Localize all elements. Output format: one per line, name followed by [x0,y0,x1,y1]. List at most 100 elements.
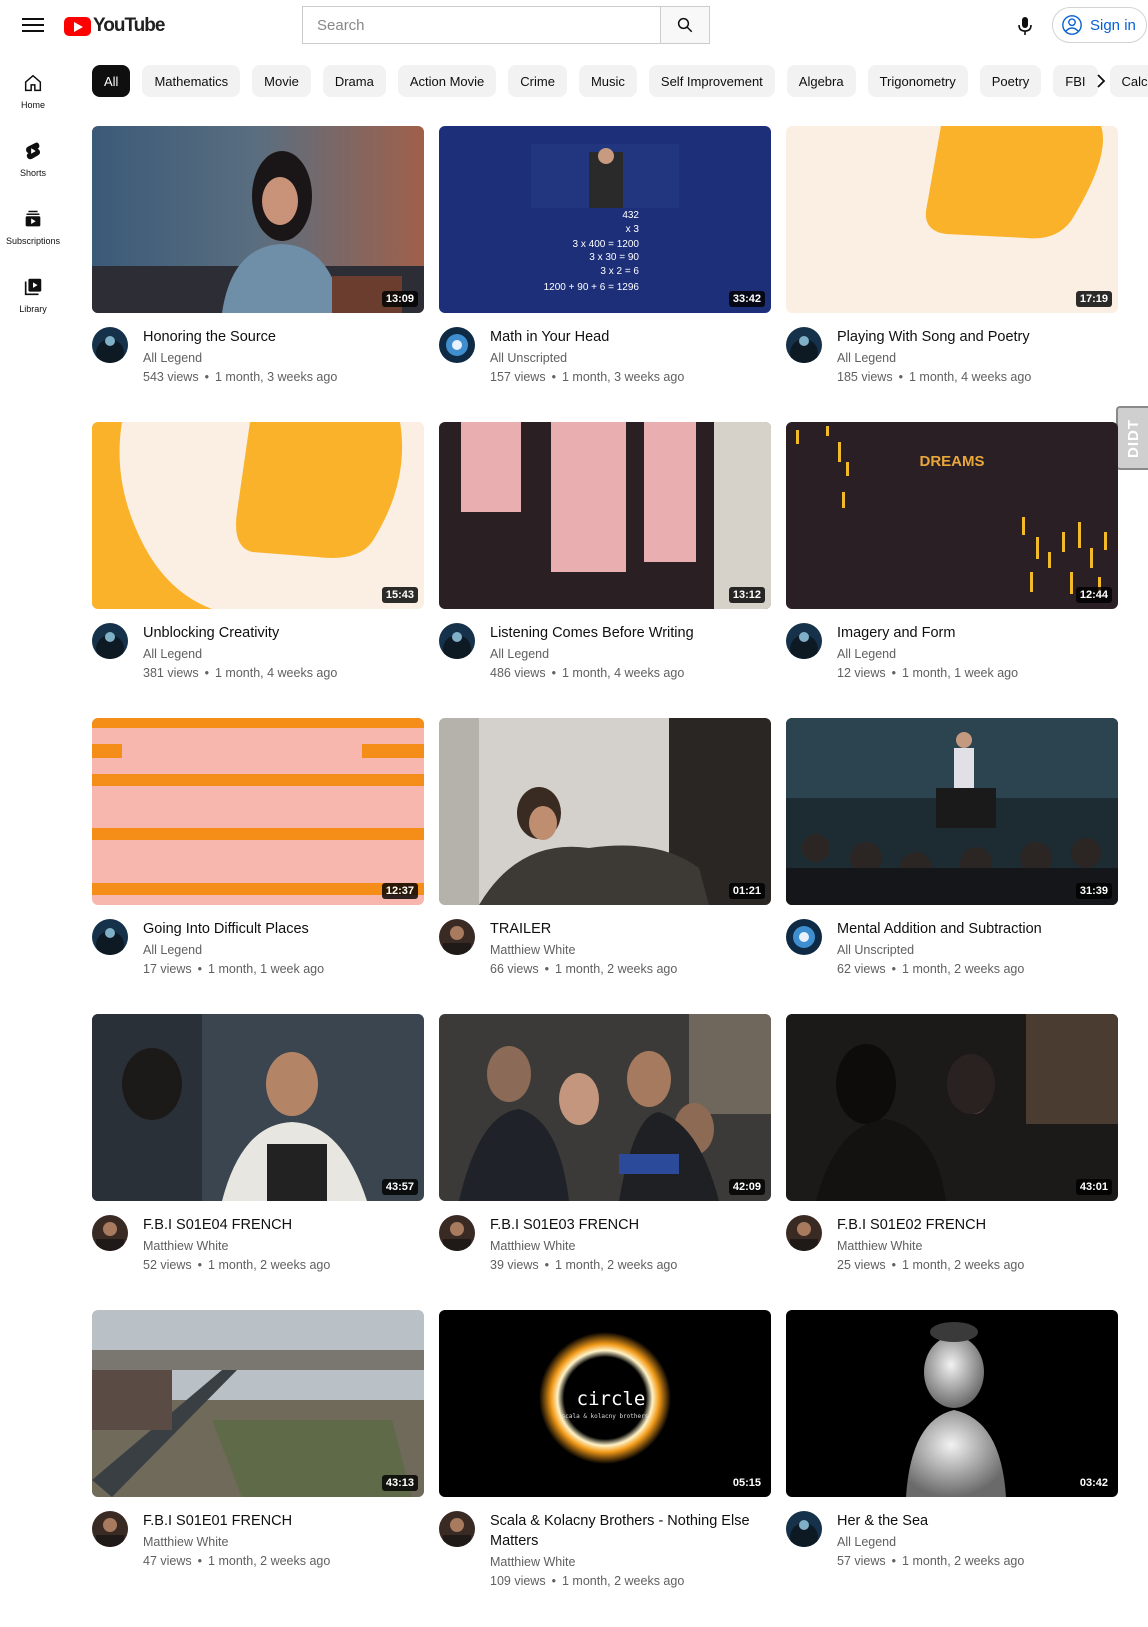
video-thumbnail[interactable]: DREAMS 12:44 [786,422,1118,609]
view-count: 381 views [143,666,199,680]
video-title[interactable]: Imagery and Form [837,623,1118,643]
channel-avatar[interactable] [786,1511,822,1547]
chips-next-button[interactable] [1088,68,1114,94]
channel-name[interactable]: All Legend [837,1535,1118,1549]
channel-name[interactable]: All Legend [143,943,424,957]
channel-name[interactable]: Matthiew White [490,1239,771,1253]
video-thumbnail[interactable]: 12:37 [92,718,424,905]
chip-action-movie[interactable]: Action Movie [397,65,497,97]
upload-age: 1 month, 1 week ago [208,962,325,976]
view-count: 57 views [837,1554,886,1568]
channel-avatar[interactable] [92,327,128,363]
sign-in-button[interactable]: Sign in [1052,7,1147,43]
search-input[interactable] [302,6,660,44]
math-line-6: 1200 + 90 + 6 = 1296 [544,282,640,293]
channel-name[interactable]: All Legend [143,351,424,365]
channel-avatar[interactable] [786,327,822,363]
video-title[interactable]: F.B.I S01E04 FRENCH [143,1215,424,1235]
sidebar-item-library[interactable]: Library [0,262,66,330]
math-line-5: 3 x 2 = 6 [600,266,639,277]
video-title[interactable]: Playing With Song and Poetry [837,327,1118,347]
video-title[interactable]: Listening Comes Before Writing [490,623,771,643]
video-thumbnail[interactable]: 43:57 [92,1014,424,1201]
view-count: 486 views [490,666,546,680]
channel-avatar[interactable] [92,919,128,955]
channel-avatar[interactable] [439,1215,475,1251]
video-title[interactable]: TRAILER [490,919,771,939]
video-thumbnail[interactable]: 432 x 3 3 x 400 = 1200 3 x 30 = 90 3 x 2… [439,126,771,313]
upload-age: 1 month, 2 weeks ago [208,1258,331,1272]
search-button[interactable] [660,6,710,44]
video-title[interactable]: Unblocking Creativity [143,623,424,643]
channel-name[interactable]: All Legend [143,647,424,661]
sidebar-item-home[interactable]: Home [0,58,66,126]
video-title[interactable]: Mental Addition and Subtraction [837,919,1118,939]
channel-avatar[interactable] [92,1215,128,1251]
upload-age: 1 month, 4 weeks ago [561,666,685,680]
sidebar-item-subscriptions[interactable]: Subscriptions [0,194,66,262]
channel-avatar[interactable] [92,1511,128,1547]
channel-name[interactable]: All Unscripted [490,351,771,365]
video-thumbnail[interactable]: 31:39 [786,718,1118,905]
chip-calculus[interactable]: Calculus [1109,65,1148,97]
channel-avatar[interactable] [439,1511,475,1547]
chip-self-improvement[interactable]: Self Improvement [648,65,775,97]
video-title[interactable]: Honoring the Source [143,327,424,347]
channel-name[interactable]: All Legend [837,647,1118,661]
channel-avatar[interactable] [439,919,475,955]
video-thumbnail[interactable]: circle scala & kolacny brothers 05:15 [439,1310,771,1497]
video-title[interactable]: Going Into Difficult Places [143,919,424,939]
channel-name[interactable]: Matthiew White [490,1555,771,1569]
youtube-logo[interactable]: YouTube [64,15,165,37]
channel-name[interactable]: Matthiew White [143,1535,424,1549]
chip-algebra[interactable]: Algebra [786,65,856,97]
video-card: 31:39 Mental Addition and Subtraction Al… [786,718,1118,1014]
video-card: 15:43 Unblocking Creativity All Legend 3… [92,422,424,718]
video-thumbnail[interactable]: 43:01 [786,1014,1118,1201]
video-thumbnail[interactable]: 43:13 [92,1310,424,1497]
voice-search-button[interactable] [1013,14,1037,38]
video-thumbnail[interactable]: 13:09 [92,126,424,313]
channel-avatar[interactable] [786,1215,822,1251]
video-title[interactable]: F.B.I S01E02 FRENCH [837,1215,1118,1235]
channel-name[interactable]: All Unscripted [837,943,1118,957]
channel-avatar[interactable] [786,919,822,955]
channel-name[interactable]: All Legend [490,647,771,661]
channel-avatar[interactable] [92,623,128,659]
chip-music[interactable]: Music [578,65,637,97]
chip-drama[interactable]: Drama [322,65,386,97]
upload-age: 1 month, 2 weeks ago [561,1574,685,1588]
channel-name[interactable]: Matthiew White [143,1239,424,1253]
video-title[interactable]: F.B.I S01E01 FRENCH [143,1511,424,1531]
channel-avatar[interactable] [439,327,475,363]
video-card: 43:57 F.B.I S01E04 FRENCH Matthiew White… [92,1014,424,1310]
video-duration: 33:42 [728,291,765,307]
video-title[interactable]: Scala & Kolacny Brothers - Nothing Else … [490,1511,771,1551]
chip-poetry[interactable]: Poetry [979,65,1042,97]
video-stats: 486 views • 1 month, 4 weeks ago [490,666,685,680]
video-title[interactable]: Her & the Sea [837,1511,1118,1531]
video-thumbnail[interactable]: 42:09 [439,1014,771,1201]
video-thumbnail[interactable]: 13:12 [439,422,771,609]
chip-all[interactable]: All [92,65,131,97]
video-title[interactable]: F.B.I S01E03 FRENCH [490,1215,771,1235]
channel-avatar[interactable] [439,623,475,659]
chip-mathematics[interactable]: Mathematics [142,65,241,97]
channel-avatar[interactable] [786,623,822,659]
chip-trigonometry[interactable]: Trigonometry [867,65,968,97]
channel-name[interactable]: All Legend [837,351,1118,365]
chip-crime[interactable]: Crime [508,65,567,97]
sidebar-item-shorts[interactable]: Shorts [0,126,66,194]
video-thumbnail[interactable]: 01:21 [439,718,771,905]
chip-movie[interactable]: Movie [252,65,311,97]
video-title[interactable]: Math in Your Head [490,327,771,347]
search-icon [677,17,693,33]
video-thumbnail[interactable]: 03:42 [786,1310,1118,1497]
sidebar-item-label: Library [19,304,47,314]
view-count: 12 views [837,666,886,680]
video-thumbnail[interactable]: 15:43 [92,422,424,609]
menu-icon[interactable] [22,14,44,36]
channel-name[interactable]: Matthiew White [837,1239,1118,1253]
channel-name[interactable]: Matthiew White [490,943,771,957]
video-thumbnail[interactable]: 17:19 [786,126,1118,313]
